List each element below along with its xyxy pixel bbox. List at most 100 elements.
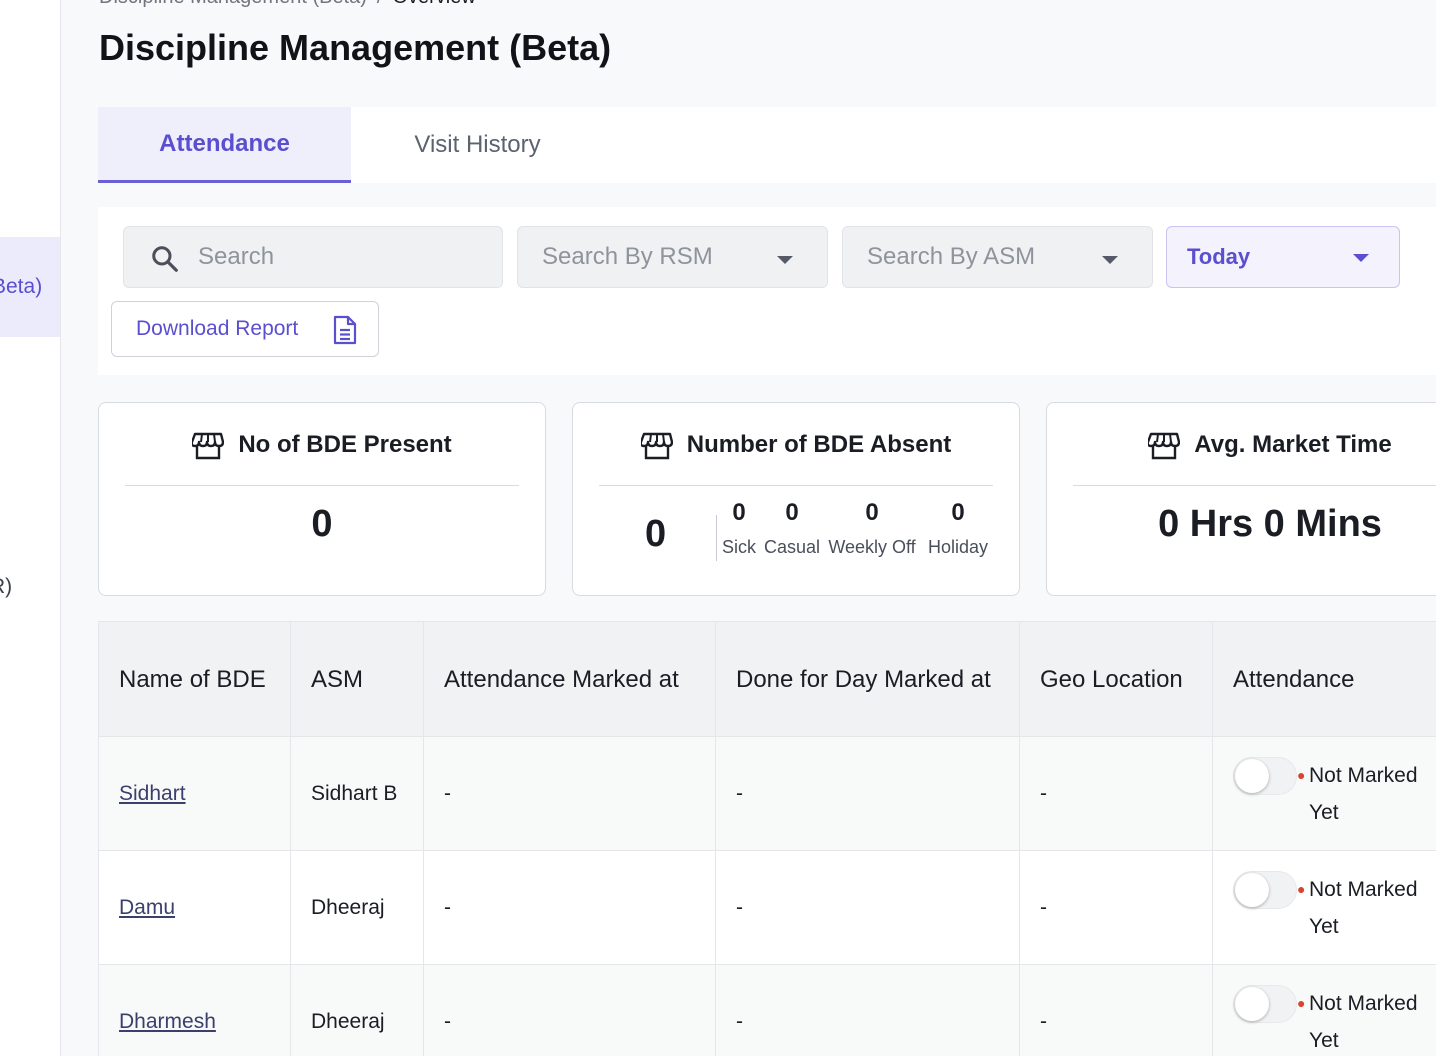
bde-absent-card: Number of BDE Absent 0 0 Sick 0 Casual 0… <box>572 402 1020 596</box>
summary-cards: No of BDE Present 0 Number of BDE Absent… <box>98 402 1436 596</box>
card-header: Avg. Market Time <box>1073 431 1436 486</box>
asm-placeholder: Search By ASM <box>867 243 1036 270</box>
store-icon <box>192 432 225 460</box>
avg-market-time-card: Avg. Market Time 0 Hrs 0 Mins <box>1046 402 1436 596</box>
filter-bar: Search Search By RSM Search By ASM Today… <box>98 207 1436 375</box>
table-row: Dharmesh Dheeraj - - - ● Not Marked Yet <box>98 964 1436 1056</box>
status-dot-icon: ● <box>1297 767 1306 783</box>
status-dot-icon: ● <box>1297 995 1306 1011</box>
column-header-geo-location[interactable]: Geo Location <box>1019 621 1213 737</box>
store-icon <box>640 432 673 460</box>
page-title: Discipline Management (Beta) <box>99 27 612 68</box>
attendance-toggle[interactable] <box>1233 871 1297 909</box>
store-icon <box>1148 432 1181 460</box>
tab-visit-history[interactable]: Visit History <box>351 107 604 183</box>
bde-present-card: No of BDE Present 0 <box>98 402 546 596</box>
absent-sick-label: Sick <box>721 537 756 557</box>
absent-weekly-off-label: Weekly Off <box>828 537 916 557</box>
cell-attendance-marked: - <box>423 736 716 851</box>
absent-casual-value: 0 <box>785 499 799 526</box>
cell-geo-location: - <box>1019 736 1213 851</box>
search-icon <box>152 246 178 272</box>
breadcrumb-separator: / <box>377 0 383 8</box>
sidebar: Beta) R) <box>0 0 61 1056</box>
absent-holiday: 0 Holiday <box>924 499 992 558</box>
status-text: Not Marked Yet <box>1309 878 1418 938</box>
rsm-placeholder: Search By RSM <box>542 243 713 270</box>
attendance-toggle[interactable] <box>1233 985 1297 1023</box>
absent-sick: 0 Sick <box>718 499 760 558</box>
download-report-label: Download Report <box>136 317 299 340</box>
status-badge: ● Not Marked Yet <box>1297 985 1436 1056</box>
document-icon <box>333 315 357 345</box>
column-header-name[interactable]: Name of BDE <box>98 621 291 737</box>
status-text: Not Marked Yet <box>1309 764 1418 824</box>
absent-sick-value: 0 <box>732 499 746 526</box>
date-range-value: Today <box>1187 244 1251 269</box>
breadcrumb: Discipline Management (Beta) / Overview <box>99 0 476 9</box>
status-text: Not Marked Yet <box>1309 992 1418 1052</box>
status-dot-icon: ● <box>1297 881 1306 897</box>
avg-market-time-value: 0 Hrs 0 Mins <box>1158 503 1382 545</box>
table-row: Sidhart Sidhart B - - - ● Not Marked Yet <box>98 736 1436 851</box>
card-header: Number of BDE Absent <box>599 431 993 486</box>
bde-name-link[interactable]: Damu <box>119 896 175 919</box>
cell-asm: Dheeraj <box>290 964 424 1056</box>
card-title: No of BDE Present <box>238 431 452 458</box>
caret-down-icon <box>777 256 793 264</box>
bde-name-link[interactable]: Dharmesh <box>119 1010 216 1033</box>
status-badge: ● Not Marked Yet <box>1297 757 1436 831</box>
column-header-asm[interactable]: ASM <box>290 621 424 737</box>
bde-absent-total: 0 <box>645 513 667 555</box>
cell-done-for-day: - <box>715 850 1020 965</box>
tab-bar: Attendance Visit History <box>98 107 1436 183</box>
sidebar-item-discipline-management[interactable]: Beta) <box>0 237 60 337</box>
cell-name: Damu <box>98 850 291 965</box>
caret-down-icon <box>1102 256 1118 264</box>
divider <box>716 515 717 561</box>
card-title: Number of BDE Absent <box>686 431 952 458</box>
cell-name: Dharmesh <box>98 964 291 1056</box>
cell-attendance: ● Not Marked Yet <box>1212 964 1436 1056</box>
card-title: Avg. Market Time <box>1194 431 1392 458</box>
cell-geo-location: - <box>1019 964 1213 1056</box>
column-header-attendance[interactable]: Attendance <box>1212 621 1436 737</box>
cell-asm: Sidhart B <box>290 736 424 851</box>
cell-attendance-marked: - <box>423 964 716 1056</box>
sidebar-item[interactable]: R) <box>0 575 12 599</box>
search-placeholder: Search <box>198 243 275 270</box>
toggle-knob <box>1235 873 1269 907</box>
bde-present-value: 0 <box>311 503 333 545</box>
bde-name-link[interactable]: Sidhart <box>119 782 186 805</box>
cell-name: Sidhart <box>98 736 291 851</box>
column-header-attendance-marked[interactable]: Attendance Marked at <box>423 621 716 737</box>
caret-down-icon <box>1353 254 1369 262</box>
breadcrumb-current: Overview <box>392 0 475 8</box>
attendance-toggle[interactable] <box>1233 757 1297 795</box>
cell-done-for-day: - <box>715 964 1020 1056</box>
absent-casual: 0 Casual <box>764 499 820 558</box>
cell-geo-location: - <box>1019 850 1213 965</box>
toggle-knob <box>1235 987 1269 1021</box>
status-badge: ● Not Marked Yet <box>1297 871 1436 945</box>
main-content: Discipline Management (Beta) / Overview Di… <box>61 0 1436 1056</box>
attendance-table: Name of BDE ASM Attendance Marked at Don… <box>98 621 1436 1056</box>
cell-attendance: ● Not Marked Yet <box>1212 850 1436 965</box>
search-input[interactable]: Search <box>123 226 503 288</box>
breadcrumb-parent[interactable]: Discipline Management (Beta) <box>99 0 367 8</box>
tab-attendance[interactable]: Attendance <box>98 107 351 183</box>
card-header: No of BDE Present <box>125 431 519 486</box>
absent-weekly-off-value: 0 <box>865 499 879 526</box>
date-range-select[interactable]: Today <box>1166 226 1400 288</box>
cell-done-for-day: - <box>715 736 1020 851</box>
column-header-done-for-day[interactable]: Done for Day Marked at <box>715 621 1020 737</box>
absent-holiday-value: 0 <box>951 499 965 526</box>
cell-attendance: ● Not Marked Yet <box>1212 736 1436 851</box>
table-header-row: Name of BDE ASM Attendance Marked at Don… <box>98 621 1436 737</box>
download-report-button[interactable]: Download Report <box>111 301 379 357</box>
cell-attendance-marked: - <box>423 850 716 965</box>
rsm-select[interactable]: Search By RSM <box>517 226 828 288</box>
absent-weekly-off: 0 Weekly Off <box>824 499 920 558</box>
asm-select[interactable]: Search By ASM <box>842 226 1153 288</box>
absent-holiday-label: Holiday <box>927 537 989 557</box>
